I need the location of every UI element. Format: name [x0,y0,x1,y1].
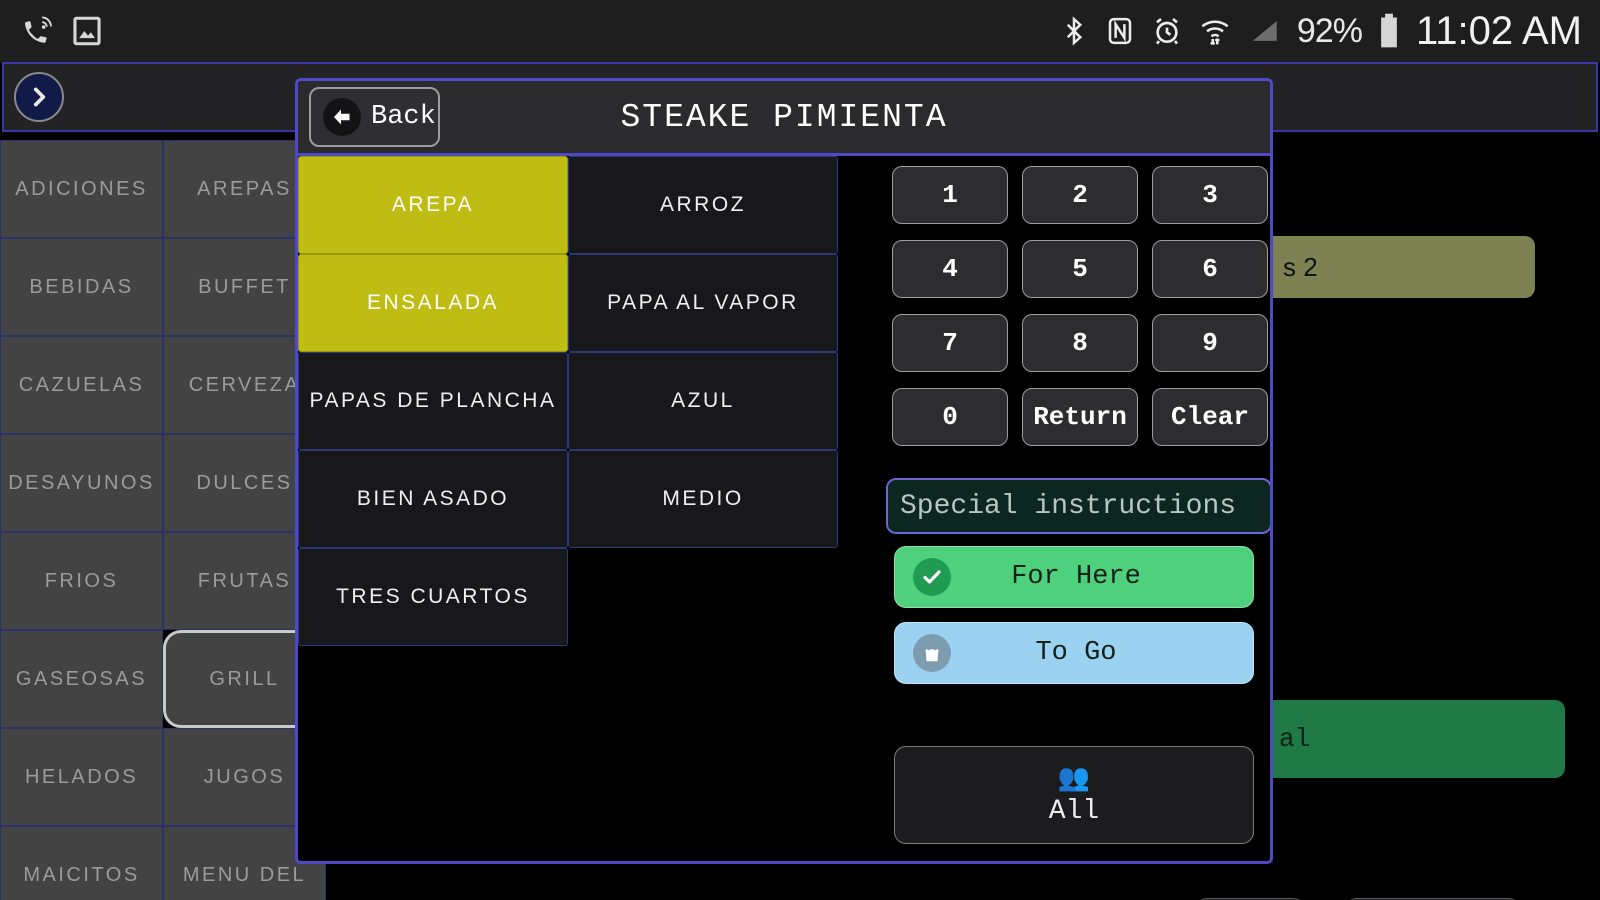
numeric-keypad[interactable]: 1 2 3 4 5 6 7 8 9 0 Return Clear [892,166,1268,446]
option-bien-asado[interactable]: BIEN ASADO [298,450,568,548]
chevron-right-icon [33,87,46,107]
screen: 92% 11:02 AM ADICIONES AREPAS BEBIDAS BU… [0,0,1600,900]
option-ensalada[interactable]: ENSALADA [298,254,568,352]
option-arroz[interactable]: ARROZ [568,156,838,254]
option-medio[interactable]: MEDIO [568,450,838,548]
bluetooth-icon [1066,16,1082,46]
option-papa-al-vapor[interactable]: PAPA AL VAPOR [568,254,838,352]
category-cazuelas[interactable]: CAZUELAS [0,336,163,434]
key-5[interactable]: 5 [1022,240,1138,298]
option-arepa[interactable]: AREPA [298,156,568,254]
total-button[interactable]: al [1265,700,1565,778]
category-bebidas[interactable]: BEBIDAS [0,238,163,336]
shopping-bag-icon [913,634,951,672]
option-papas-de-plancha[interactable]: PAPAS DE PLANCHA [298,352,568,450]
key-4[interactable]: 4 [892,240,1008,298]
option-tres-cuartos[interactable]: TRES CUARTOS [298,548,568,646]
status-bar-right-icons: 92% 11:02 AM [1059,9,1600,54]
item-options-modal: Back STEAKE PIMIENTA AREPA ARROZ ENSALAD… [295,78,1273,864]
key-3[interactable]: 3 [1152,166,1268,224]
key-9[interactable]: 9 [1152,314,1268,372]
option-azul[interactable]: AZUL [568,352,838,450]
battery-icon [1381,13,1397,48]
all-button[interactable]: 👥 All [894,746,1254,844]
to-go-label: To Go [1035,638,1117,668]
key-8[interactable]: 8 [1022,314,1138,372]
nav-next-button[interactable] [14,72,64,122]
people-group-icon: 👥 [1057,761,1091,792]
status-bar: 92% 11:02 AM [0,0,1600,62]
category-maicitos[interactable]: MAICITOS [0,826,163,900]
wifi-data-icon [1201,20,1229,46]
key-clear[interactable]: Clear [1152,388,1268,446]
for-here-label: For Here [1011,562,1141,592]
clock-label: 11:02 AM [1415,8,1582,53]
special-instructions-input[interactable]: Special instructions [886,478,1270,534]
option-grid[interactable]: AREPA ARROZ ENSALADA PAPA AL VAPOR PAPAS… [298,156,838,646]
battery-percent-label: 92% [1296,11,1363,50]
nfc-icon [1108,17,1132,45]
status-bar-left-icons [0,14,104,48]
key-6[interactable]: 6 [1152,240,1268,298]
missed-call-wifi-icon [24,16,52,43]
image-icon [73,16,101,46]
category-adiciones[interactable]: ADICIONES [0,140,163,238]
alarm-icon [1155,17,1178,45]
key-0[interactable]: 0 [892,388,1008,446]
category-helados[interactable]: HELADOS [0,728,163,826]
modal-body: AREPA ARROZ ENSALADA PAPA AL VAPOR PAPAS… [298,156,1270,861]
key-1[interactable]: 1 [892,166,1008,224]
all-button-label: All [1048,795,1100,827]
to-go-button[interactable]: To Go [894,622,1254,684]
modal-title: STEAKE PIMIENTA [620,98,948,136]
signal-icon [1252,21,1277,41]
for-here-button[interactable]: For Here [894,546,1254,608]
key-return[interactable]: Return [1022,388,1138,446]
special-instructions-placeholder: Special instructions [900,490,1237,522]
check-circle-icon [913,558,951,596]
modal-header: Back STEAKE PIMIENTA [298,81,1270,156]
category-desayunos[interactable]: DESAYUNOS [0,434,163,532]
order-line-highlight[interactable]: s 2 [1265,236,1535,298]
category-gaseosas[interactable]: GASEOSAS [0,630,163,728]
key-7[interactable]: 7 [892,314,1008,372]
order-panel: s 2 al t es 🖨 Ticket 👥 Split [1195,140,1600,900]
category-frios[interactable]: FRIOS [0,532,163,630]
key-2[interactable]: 2 [1022,166,1138,224]
option-empty-slot [568,548,838,646]
category-grid[interactable]: ADICIONES AREPAS BEBIDAS BUFFET CAZUELAS… [0,140,326,900]
